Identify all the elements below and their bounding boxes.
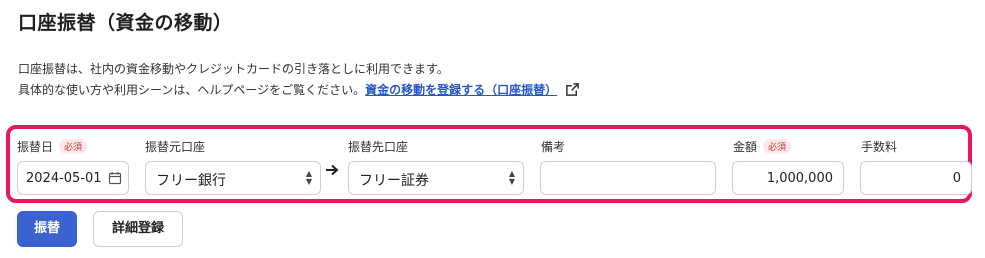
calendar-icon[interactable]: [108, 171, 122, 185]
amount-input[interactable]: 1,000,000: [732, 161, 844, 195]
fee-input[interactable]: 0: [860, 161, 972, 195]
date-input[interactable]: 2024-05-01: [17, 161, 129, 195]
page-title: 口座振替（資金の移動）: [18, 12, 233, 34]
detail-register-button[interactable]: 詳細登録: [93, 211, 183, 247]
help-link[interactable]: 資金の移動を登録する（口座振替）: [365, 83, 557, 97]
date-label: 振替日 必須: [17, 138, 88, 155]
memo-input[interactable]: [540, 161, 716, 195]
select-arrows-icon: ▲ ▼: [305, 169, 312, 186]
description-line-1: 口座振替は、社内の資金移動やクレジットカードの引き落としに利用できます。: [18, 62, 449, 76]
to-account-select[interactable]: フリー証券 ▲ ▼: [348, 161, 524, 195]
arrow-right-icon: [326, 164, 339, 176]
to-account-label: 振替先口座: [348, 140, 409, 154]
fee-label: 手数料: [861, 140, 898, 154]
amount-label: 金額 必須: [733, 138, 792, 155]
select-arrows-icon: ▲ ▼: [508, 169, 515, 186]
from-account-label: 振替元口座: [145, 140, 206, 154]
external-link-icon[interactable]: [565, 82, 580, 97]
transfer-button[interactable]: 振替: [17, 211, 77, 247]
from-account-select[interactable]: フリー銀行 ▲ ▼: [145, 161, 321, 195]
required-badge: 必須: [59, 139, 88, 154]
memo-label: 備考: [541, 140, 566, 154]
description-prefix: 具体的な使い方や利用シーンは、ヘルプページをご覧ください。: [18, 83, 366, 97]
description-line-2: 具体的な使い方や利用シーンは、ヘルプページをご覧ください。資金の移動を登録する（…: [18, 81, 580, 98]
required-badge: 必須: [763, 139, 792, 154]
